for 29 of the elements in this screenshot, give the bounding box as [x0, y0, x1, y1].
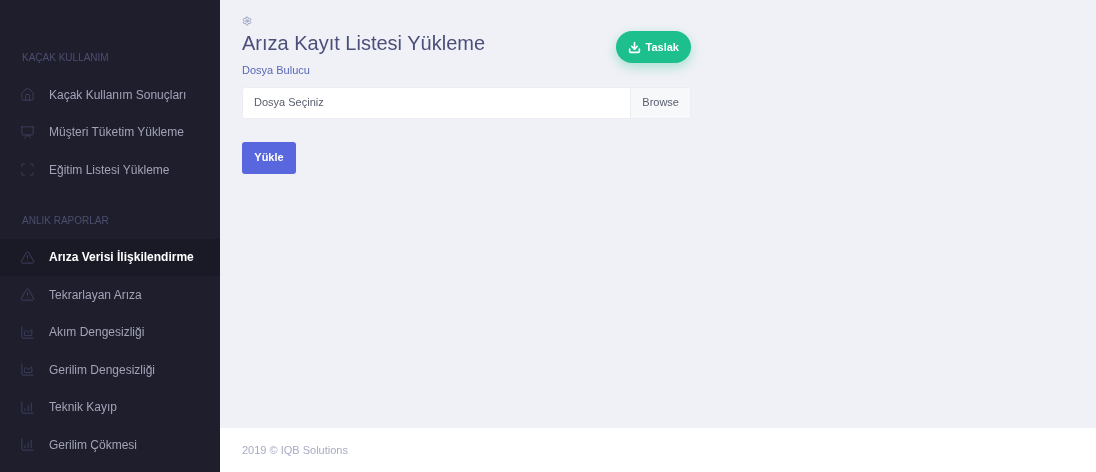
copyright-text: 2019 © IQB Solutions: [242, 442, 348, 458]
sidebar-item[interactable]: Müşteri Tüketim Yükleme: [0, 113, 220, 151]
sidebar-item[interactable]: Kaçak Kullanım Sonuçları: [0, 76, 220, 114]
sidebar-item[interactable]: Teknik Kayıp: [0, 388, 220, 426]
sidebar-item[interactable]: Arıza Verisi İlişkilendirme: [0, 238, 220, 276]
sidebar-item[interactable]: Gerilim Dengesizliği: [0, 351, 220, 389]
section-heading: ANLIK RAPORLAR: [21, 213, 110, 228]
sidebar-item[interactable]: Tekrarlayan Arıza: [0, 276, 220, 314]
area-chart-icon: [20, 362, 35, 378]
section-heading: KAÇAK KULLANIM: [21, 51, 110, 65]
bar-chart-icon: [20, 399, 35, 415]
bar-chart-icon: [20, 437, 35, 453]
file-input[interactable]: Dosya Seçiniz Browse: [242, 86, 691, 119]
download-icon: [627, 40, 641, 54]
sidebar-item[interactable]: Akım Dengesizliği: [0, 313, 220, 351]
settings-icon: [242, 16, 252, 26]
area-chart-icon: [20, 324, 35, 340]
sidebar-item[interactable]: Eğitim Listesi Yükleme: [0, 151, 220, 189]
presentation-board-icon: [20, 124, 35, 140]
warning-icon: [20, 287, 35, 303]
sidebar-item[interactable]: Gerilim Çökmesi: [0, 426, 220, 464]
house-icon: [20, 87, 35, 103]
browse-button[interactable]: Browse: [630, 87, 690, 118]
upload-button[interactable]: Yükle: [242, 141, 296, 174]
page-title: Arıza Kayıt Listesi Yükleme: [242, 31, 486, 56]
file-field[interactable]: Dosya Seçiniz: [243, 87, 631, 118]
field-label: Dosya Bulucu: [242, 63, 311, 78]
warning-icon: [20, 249, 35, 265]
frame-icon: [20, 162, 35, 178]
